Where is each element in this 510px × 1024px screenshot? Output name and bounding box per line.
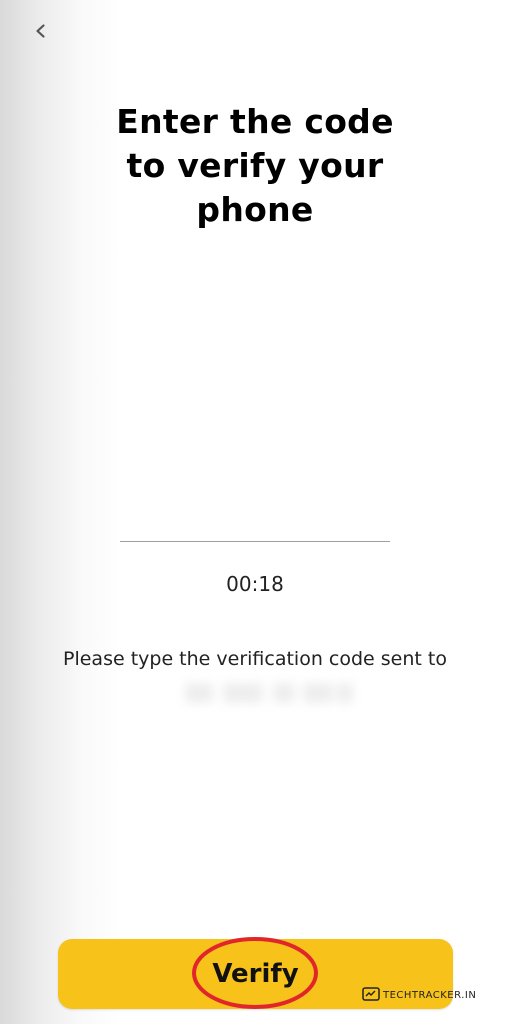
watermark: TECHTRACKER.IN — [362, 986, 476, 1004]
countdown-timer: 00:18 — [226, 572, 284, 596]
verification-code-input[interactable] — [120, 505, 390, 542]
chevron-left-icon — [33, 23, 49, 43]
page-title-line: to verify your — [126, 146, 384, 185]
instruction-text: Please type the verification code sent t… — [63, 648, 447, 670]
page-title: Enter the code to verify your phone — [0, 100, 510, 232]
redacted-phone-number — [185, 675, 355, 711]
page-title-line: phone — [196, 190, 314, 229]
tracker-logo-icon — [362, 986, 380, 1004]
watermark-text: TECHTRACKER.IN — [383, 989, 477, 1001]
page-title-line: Enter the code — [116, 102, 394, 141]
back-button[interactable] — [26, 18, 56, 48]
